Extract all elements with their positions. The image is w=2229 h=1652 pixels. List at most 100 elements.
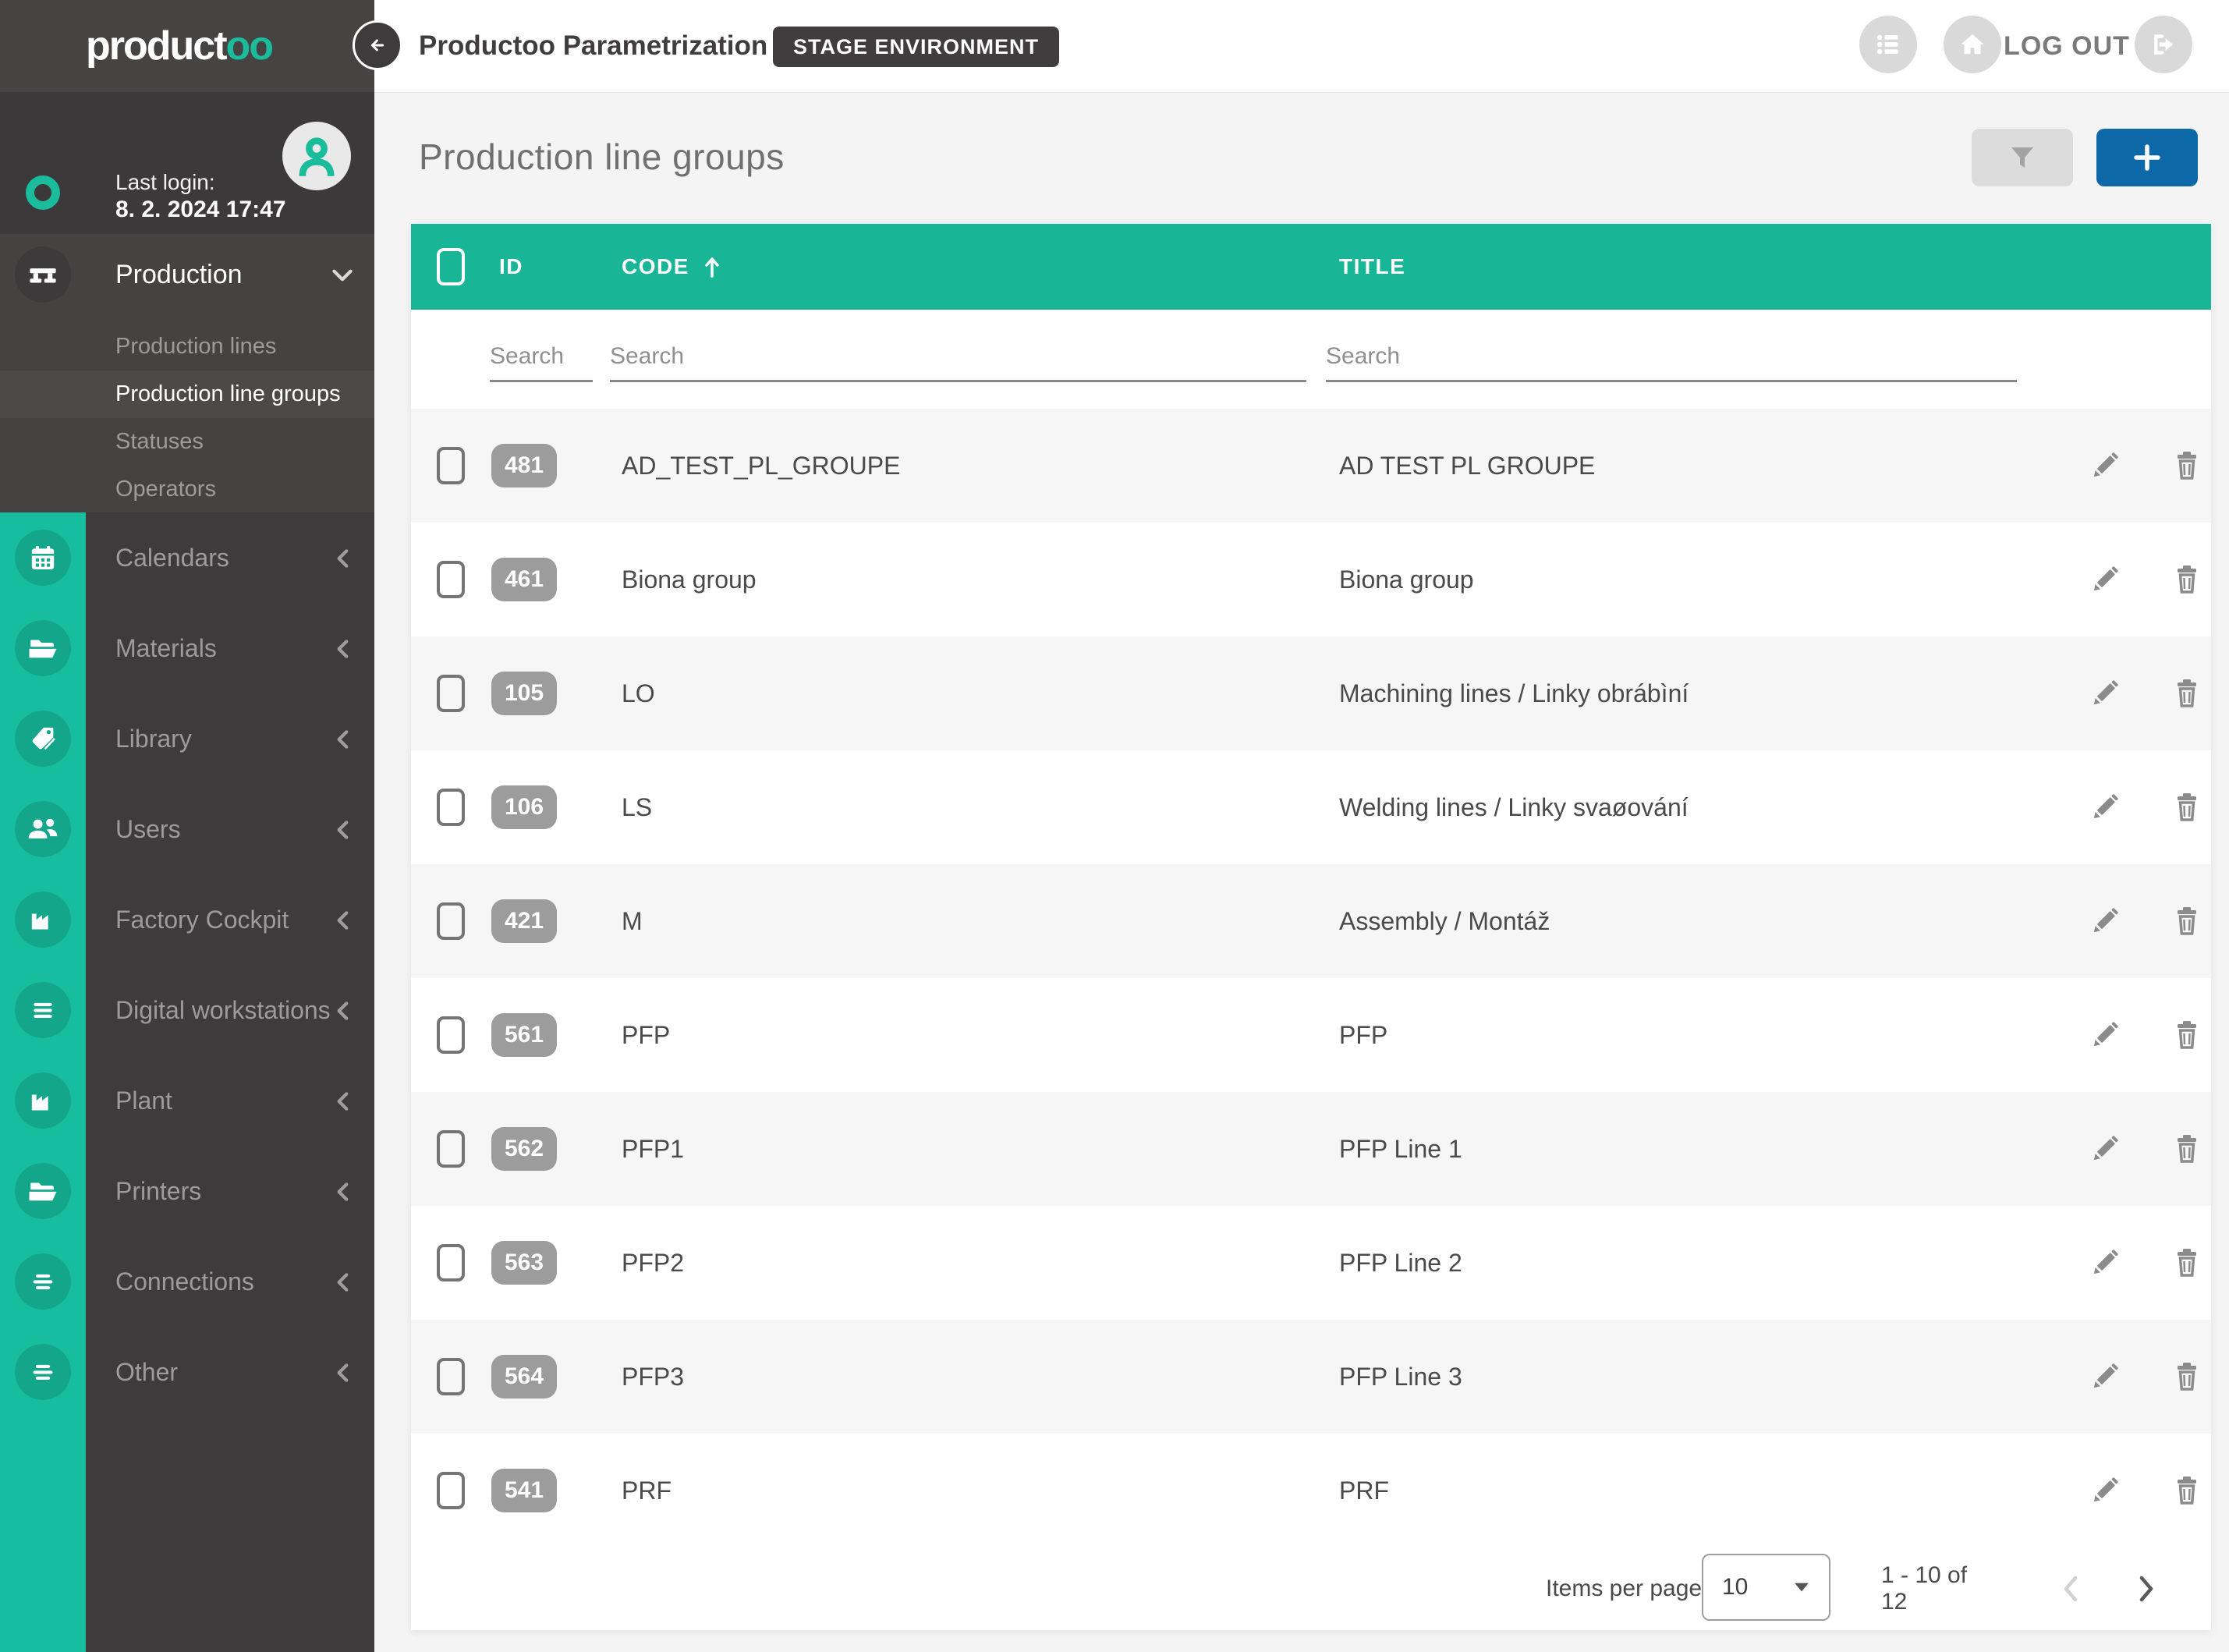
sidebar-item-label[interactable]: Materials	[115, 603, 217, 693]
delete-button[interactable]	[2170, 1018, 2204, 1052]
search-input-title[interactable]	[1326, 333, 2017, 382]
sidebar-item[interactable]: Digital workstations	[0, 965, 374, 1055]
title-cell: PFP Line 2	[1339, 1206, 1462, 1320]
edit-button[interactable]	[2088, 790, 2122, 824]
add-button[interactable]	[2096, 129, 2198, 186]
sidebar-item-label[interactable]: Connections	[115, 1236, 254, 1327]
row-checkbox[interactable]	[437, 902, 465, 940]
search-input-code[interactable]	[610, 333, 1306, 382]
delete-button[interactable]	[2170, 676, 2204, 711]
row-checkbox[interactable]	[437, 1244, 465, 1282]
edit-button[interactable]	[2088, 562, 2122, 597]
factory-icon[interactable]	[15, 892, 71, 948]
sidebar-item-label[interactable]: Users	[115, 784, 181, 874]
row-checkbox[interactable]	[437, 1358, 465, 1395]
pagination-range-label: 1 - 10 of 12	[1881, 1547, 1990, 1630]
row-checkbox[interactable]	[437, 447, 465, 484]
collapse-sidebar-button[interactable]	[353, 20, 402, 70]
pencil-icon	[2089, 563, 2121, 596]
filter-lines-icon[interactable]	[15, 1253, 71, 1310]
column-header-title[interactable]: TITLE	[1339, 224, 1405, 310]
edit-button[interactable]	[2088, 1246, 2122, 1280]
sidebar-item[interactable]: Calendars	[0, 512, 374, 603]
sidebar-item[interactable]: Users	[0, 784, 374, 874]
sidebar-item-production[interactable]: Production	[0, 234, 374, 315]
delete-button[interactable]	[2170, 1132, 2204, 1166]
row-checkbox[interactable]	[437, 1130, 465, 1168]
sidebar-item-label[interactable]: Other	[115, 1327, 178, 1417]
search-input-id[interactable]	[490, 333, 593, 382]
previous-page-button[interactable]	[2054, 1572, 2088, 1606]
sidebar-item-label[interactable]: Printers	[115, 1146, 201, 1236]
factory-icon[interactable]	[15, 1072, 71, 1129]
logout-label[interactable]: LOG OUT	[1997, 0, 2137, 92]
table-row: 562 PFP1 PFP Line 1	[411, 1092, 2211, 1206]
chevron-left-icon	[331, 909, 355, 932]
row-checkbox[interactable]	[437, 675, 465, 712]
sidebar: Production Production lines Production l…	[0, 234, 374, 1652]
items-per-page-select[interactable]: 10	[1702, 1554, 1830, 1621]
edit-button[interactable]	[2088, 1018, 2122, 1052]
sidebar-item[interactable]: Library	[0, 693, 374, 784]
sidebar-item[interactable]: Other	[0, 1327, 374, 1417]
select-caret-icon	[1793, 1581, 1810, 1594]
logout-button[interactable]	[2135, 16, 2192, 73]
table-body: 481 AD_TEST_PL_GROUPE AD TEST PL GROUPE	[411, 409, 2211, 1547]
edit-button[interactable]	[2088, 1360, 2122, 1394]
sidebar-item-label[interactable]: Production	[115, 234, 243, 315]
avatar[interactable]	[282, 122, 351, 190]
sidebar-item-label[interactable]: Plant	[115, 1055, 172, 1146]
home-button[interactable]	[1944, 16, 2001, 73]
sidebar-subitem-label[interactable]: Production line groups	[115, 381, 341, 407]
id-badge: 564	[491, 1355, 557, 1399]
sidebar-item[interactable]: Materials	[0, 603, 374, 693]
sidebar-item-label[interactable]: Library	[115, 693, 192, 784]
row-checkbox[interactable]	[437, 1472, 465, 1509]
production-line-icon[interactable]	[15, 246, 71, 303]
delete-button[interactable]	[2170, 1473, 2204, 1508]
open-folder-icon[interactable]	[15, 1163, 71, 1219]
sidebar-subitem-label[interactable]: Operators	[115, 477, 216, 502]
sidebar-item-label[interactable]: Factory Cockpit	[115, 874, 289, 965]
edit-button[interactable]	[2088, 904, 2122, 938]
edit-button[interactable]	[2088, 1132, 2122, 1166]
menu-list-button[interactable]	[1859, 16, 1917, 73]
delete-button[interactable]	[2170, 562, 2204, 597]
row-checkbox[interactable]	[437, 1016, 465, 1054]
delete-button[interactable]	[2170, 790, 2204, 824]
sidebar-item[interactable]: Factory Cockpit	[0, 874, 374, 965]
sidebar-item-label[interactable]: Calendars	[115, 512, 229, 603]
filter-lines-icon[interactable]	[15, 1344, 71, 1400]
delete-button[interactable]	[2170, 1360, 2204, 1394]
sidebar-subitem[interactable]: Statuses	[0, 418, 374, 466]
column-header-code[interactable]: CODE	[622, 224, 724, 310]
sidebar-item[interactable]: Printers	[0, 1146, 374, 1236]
sidebar-item[interactable]: Plant	[0, 1055, 374, 1146]
edit-button[interactable]	[2088, 676, 2122, 711]
delete-button[interactable]	[2170, 904, 2204, 938]
edit-button[interactable]	[2088, 448, 2122, 483]
column-header-id[interactable]: ID	[499, 224, 523, 310]
tag-icon[interactable]	[15, 711, 71, 767]
select-all-checkbox[interactable]	[437, 248, 465, 285]
calendar-icon[interactable]	[15, 530, 71, 586]
open-folder-icon[interactable]	[15, 620, 71, 676]
sidebar-subitem-label[interactable]: Production lines	[115, 334, 276, 360]
row-checkbox[interactable]	[437, 789, 465, 826]
sidebar-subitem[interactable]: Operators	[0, 466, 374, 513]
sidebar-subitem[interactable]: Production lines	[0, 323, 374, 370]
items-per-page-value: 10	[1722, 1574, 1748, 1601]
pencil-icon	[2089, 905, 2121, 938]
sidebar-item-label[interactable]: Digital workstations	[115, 965, 331, 1055]
sidebar-subitem-label[interactable]: Statuses	[115, 429, 204, 455]
sidebar-subitem[interactable]: Production line groups	[0, 370, 374, 418]
sidebar-item[interactable]: Connections	[0, 1236, 374, 1327]
edit-button[interactable]	[2088, 1473, 2122, 1508]
users-icon[interactable]	[15, 801, 71, 857]
filter-button[interactable]	[1972, 129, 2073, 186]
row-checkbox[interactable]	[437, 561, 465, 598]
delete-button[interactable]	[2170, 448, 2204, 483]
next-page-button[interactable]	[2129, 1572, 2163, 1606]
delete-button[interactable]	[2170, 1246, 2204, 1280]
menu-lines-icon[interactable]	[15, 982, 71, 1038]
